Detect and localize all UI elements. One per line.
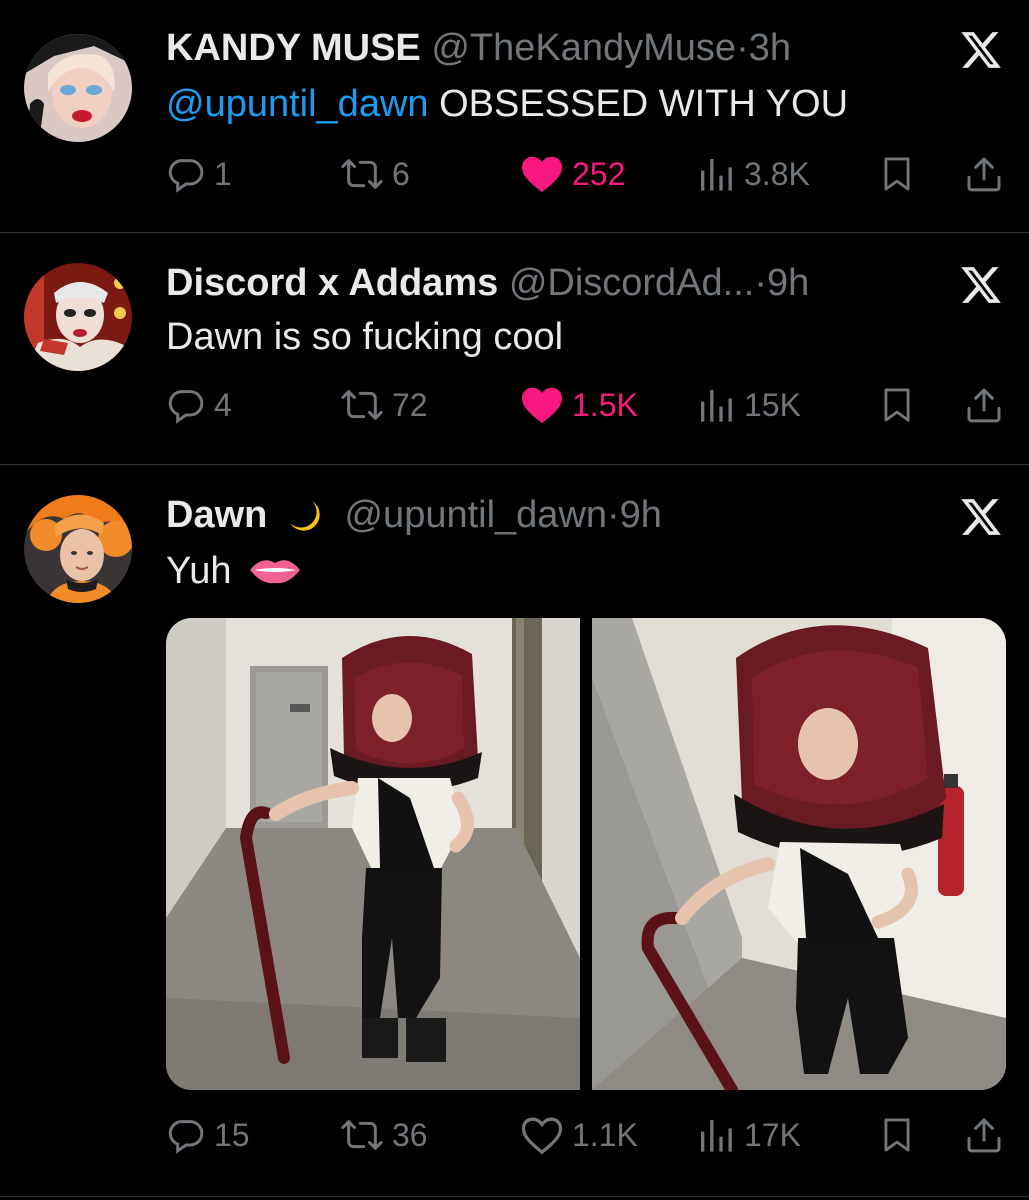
display-name[interactable]: Dawn (166, 494, 267, 536)
views-count: 15K (744, 386, 801, 423)
reply-button[interactable]: 1 (166, 152, 232, 196)
display-name[interactable]: Discord x Addams (166, 262, 498, 304)
display-name[interactable]: KANDY MUSE (166, 27, 421, 69)
like-count: 252 (572, 155, 626, 192)
timestamp[interactable]: 9h (767, 262, 809, 304)
reply-button[interactable]: 4 (166, 383, 232, 427)
bookmark-button[interactable] (878, 383, 916, 427)
reply-count: 4 (214, 386, 232, 423)
reply-icon (168, 390, 204, 424)
bookmark-icon (884, 157, 910, 191)
views-button[interactable]: 17K (696, 1113, 801, 1157)
avatar[interactable] (24, 495, 132, 603)
reply-count: 1 (214, 155, 232, 192)
views-icon (701, 159, 732, 191)
retweet-count: 6 (392, 155, 410, 192)
media-photo[interactable] (166, 618, 580, 1090)
views-button[interactable]: 3.8K (696, 152, 810, 196)
share-button[interactable] (964, 1113, 1004, 1157)
action-bar: 4 72 1.5K 15K (166, 383, 1006, 427)
media-photo[interactable] (592, 618, 1006, 1090)
avatar[interactable] (24, 263, 132, 371)
retweet-button[interactable]: 72 (340, 383, 428, 427)
share-icon (967, 157, 1001, 192)
x-logo-icon (958, 28, 1004, 72)
views-count: 17K (744, 1116, 801, 1153)
retweet-count: 36 (392, 1116, 428, 1153)
like-icon (522, 387, 562, 424)
like-button[interactable]: 1.5K (520, 383, 638, 427)
action-bar: 15 36 1.1K 17K (166, 1113, 1006, 1157)
tweet-text-content: OBSESSED WITH YOU (428, 83, 849, 125)
bookmark-icon (884, 1118, 910, 1152)
action-bar: 1 6 252 3.8K (166, 152, 1006, 196)
retweet-count: 72 (392, 386, 428, 423)
views-icon (701, 390, 732, 422)
tweet-divider (0, 1196, 1029, 1197)
user-handle[interactable]: @TheKandyMuse (431, 27, 736, 69)
retweet-button[interactable]: 6 (340, 152, 410, 196)
time-separator: · (736, 27, 749, 69)
retweet-button[interactable]: 36 (340, 1113, 428, 1157)
reply-icon (168, 1120, 204, 1154)
tweet-discord-addams[interactable]: Discord x Addams @DiscordAd...·9h Dawn i… (0, 233, 1029, 464)
share-button[interactable] (964, 152, 1004, 196)
tweet-text: @upuntil_dawn OBSESSED WITH YOU (166, 82, 848, 126)
bookmark-button[interactable] (878, 152, 916, 196)
views-count: 3.8K (744, 155, 810, 192)
views-button[interactable]: 15K (696, 383, 801, 427)
tweet-text: Dawn is so fucking cool (166, 316, 564, 358)
retweet-icon (341, 159, 383, 189)
retweet-icon (341, 390, 383, 420)
like-count: 1.1K (572, 1116, 638, 1153)
like-button[interactable]: 252 (520, 152, 625, 196)
crescent-moon-icon (289, 501, 320, 531)
time-separator: · (607, 494, 620, 536)
share-icon (967, 1118, 1001, 1153)
user-handle[interactable]: @upuntil_dawn (344, 494, 607, 536)
views-icon (701, 1120, 732, 1152)
avatar[interactable] (24, 34, 132, 142)
timestamp[interactable]: 9h (620, 494, 662, 536)
x-logo-icon (958, 495, 1004, 539)
tweet-text: Yuh (166, 549, 302, 593)
tweet-header: KANDY MUSE @TheKandyMuse·3h (166, 26, 791, 70)
reply-button[interactable]: 15 (166, 1113, 250, 1157)
user-handle[interactable]: @DiscordAd... (509, 262, 755, 304)
reply-icon (168, 159, 204, 193)
bookmark-icon (884, 388, 910, 422)
lips-icon (250, 560, 301, 584)
share-icon (967, 388, 1001, 423)
like-count: 1.5K (572, 386, 638, 423)
x-logo-icon (958, 263, 1004, 307)
like-icon (521, 1117, 563, 1155)
mention-link[interactable]: @upuntil_dawn (166, 83, 429, 125)
share-button[interactable] (964, 383, 1004, 427)
tweet-text-content: Yuh (166, 550, 232, 592)
retweet-icon (341, 1120, 383, 1150)
tweet-kandy-muse[interactable]: KANDY MUSE @TheKandyMuse·3h @upuntil_daw… (0, 0, 1029, 232)
like-button[interactable]: 1.1K (520, 1113, 638, 1157)
time-separator: · (754, 262, 768, 304)
reply-count: 15 (214, 1116, 250, 1153)
like-icon (522, 156, 562, 193)
timestamp[interactable]: 3h (749, 27, 791, 69)
tweet-header: Dawn @upuntil_dawn·9h (166, 493, 662, 537)
bookmark-button[interactable] (878, 1113, 916, 1157)
tweet-header: Discord x Addams @DiscordAd...·9h (166, 261, 809, 305)
tweet-dawn[interactable]: Dawn @upuntil_dawn·9h Yuh 15 36 1.1K 17K (0, 465, 1029, 1200)
media-grid (166, 618, 1006, 1090)
